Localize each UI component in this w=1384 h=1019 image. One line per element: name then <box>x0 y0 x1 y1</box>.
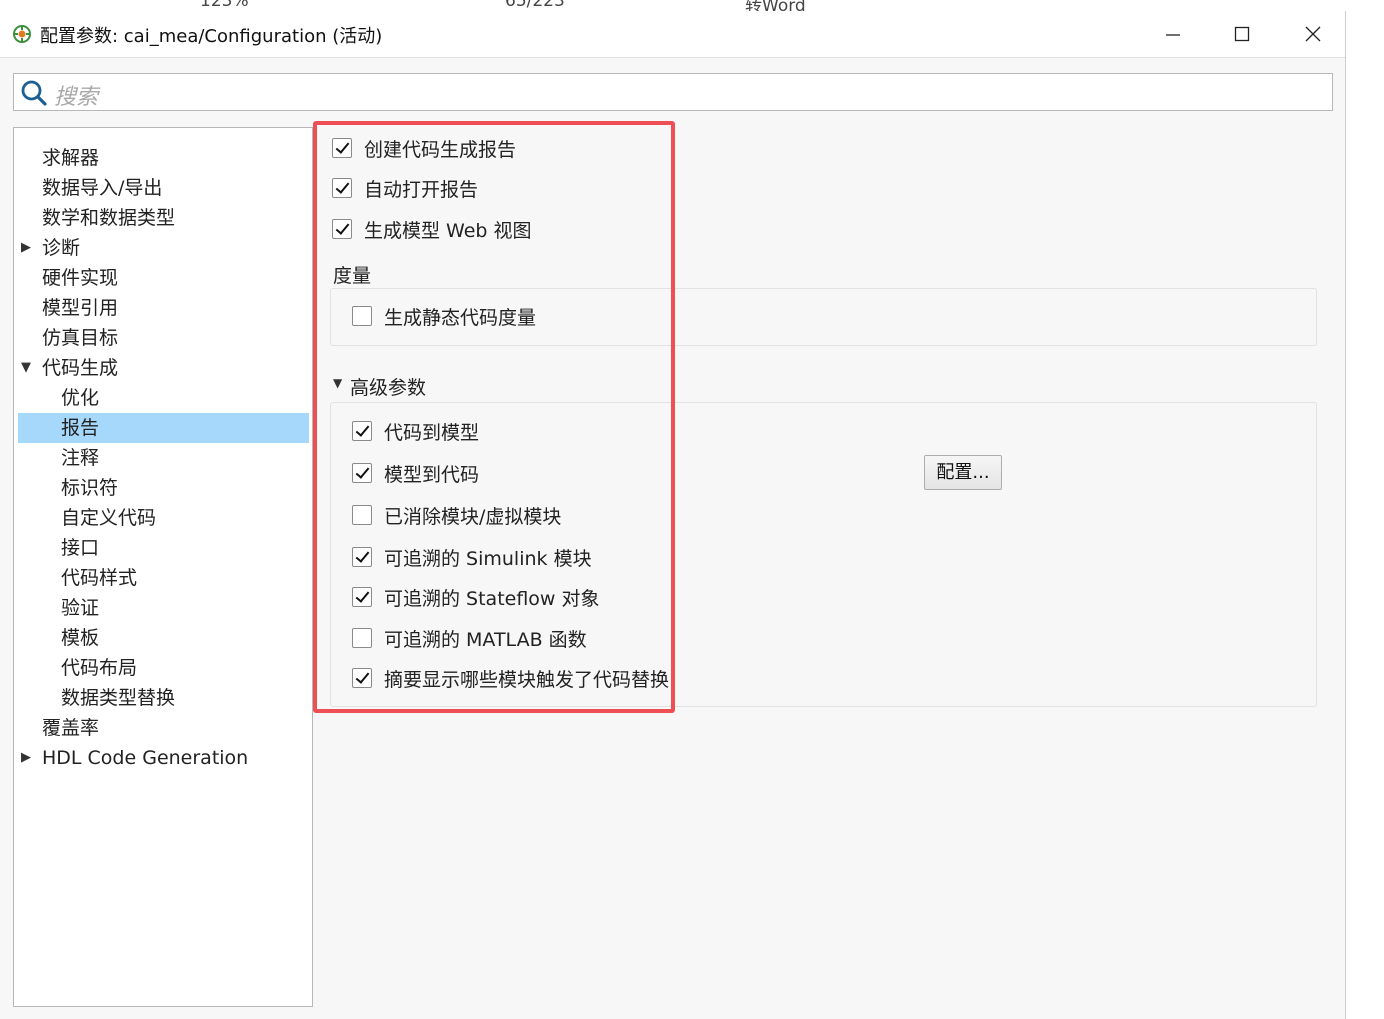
advanced-params-group: 代码到模型模型到代码已消除模块/虚拟模块可追溯的 Simulink 模块 可追溯的… <box>330 402 1317 707</box>
tree-item-label: 代码布局 <box>61 657 138 679</box>
background-toolbar-strip: 123% 65/223 转Word <box>0 0 1384 11</box>
tree-item-label: 代码生成 <box>42 357 119 379</box>
search-box[interactable]: 搜索 <box>13 73 1333 111</box>
collapse-arrow-icon[interactable]: ▶ <box>21 743 31 773</box>
tree-item[interactable]: 数学和数据类型 <box>18 203 309 233</box>
tree-item[interactable]: 自定义代码 <box>18 503 309 533</box>
advanced-option[interactable]: 模型到代码 <box>352 461 692 489</box>
tree-item-label: 仿真目标 <box>42 327 119 349</box>
tree-item-label: 硬件实现 <box>42 267 119 289</box>
tree-item[interactable]: 优化 <box>18 383 309 413</box>
minimize-button[interactable] <box>1153 19 1193 49</box>
tree-item-label: 模板 <box>61 627 100 649</box>
advanced-option-checkbox[interactable] <box>352 547 372 567</box>
metrics-section-label: 度量 <box>333 265 372 287</box>
close-icon <box>1305 26 1321 42</box>
tree-item-label: 接口 <box>61 537 100 559</box>
advanced-option[interactable]: 可追溯的 Simulink 模块 <box>352 545 692 573</box>
create-report-option[interactable]: 创建代码生成报告 <box>332 136 672 164</box>
expand-arrow-icon[interactable]: ▼ <box>21 353 31 383</box>
tree-item-label: 报告 <box>61 417 100 439</box>
create-report-checkbox[interactable] <box>332 138 352 158</box>
configure-button[interactable]: 配置... <box>924 455 1002 490</box>
advanced-option-label: 代码到模型 <box>384 422 480 444</box>
tree-item[interactable]: 仿真目标 <box>18 323 309 353</box>
static-metrics-checkbox[interactable] <box>352 306 372 326</box>
tree-item-label: 标识符 <box>61 477 119 499</box>
tree-item-label: 数据导入/导出 <box>42 177 163 199</box>
app-icon <box>13 25 31 43</box>
advanced-option-label: 模型到代码 <box>384 464 480 486</box>
tree-item[interactable]: 接口 <box>18 533 309 563</box>
tree-item-label: 数据类型替换 <box>61 687 176 709</box>
tree-item[interactable]: 求解器 <box>18 143 309 173</box>
advanced-params-label: 高级参数 <box>350 377 427 399</box>
category-tree: 求解器数据导入/导出 数学和数据类型 ▶ 诊断硬件实现模型引用仿真目标 ▼ 代码生成优化报… <box>13 127 313 1007</box>
collapse-arrow-icon: ▼ <box>333 376 343 390</box>
collapse-arrow-icon[interactable]: ▶ <box>21 233 31 263</box>
close-button[interactable] <box>1293 19 1333 49</box>
advanced-option-checkbox[interactable] <box>352 421 372 441</box>
tree-item[interactable]: 报告 <box>18 413 309 443</box>
tree-item[interactable]: ▼ 代码生成 <box>18 353 309 383</box>
maximize-button[interactable] <box>1222 19 1262 49</box>
advanced-option[interactable]: 可追溯的 Stateflow 对象 <box>352 585 692 613</box>
advanced-option[interactable]: 代码到模型 <box>352 419 692 447</box>
tree-item-label: 模型引用 <box>42 297 119 319</box>
advanced-option-checkbox[interactable] <box>352 505 372 525</box>
tree-item-label: 诊断 <box>42 237 81 259</box>
tree-item-label: 优化 <box>61 387 100 409</box>
title-bar: 配置参数: cai_mea/Configuration (活动) <box>0 11 1345 58</box>
window-title: 配置参数: cai_mea/Configuration (活动) <box>40 26 383 47</box>
open-report-checkbox[interactable] <box>332 178 352 198</box>
static-metrics-option[interactable]: 生成静态代码度量 <box>352 304 692 332</box>
tree-item-label: 注释 <box>61 447 100 469</box>
advanced-option-label: 可追溯的 MATLAB 函数 <box>384 629 587 651</box>
tree-item-label: 代码样式 <box>61 567 138 589</box>
advanced-option[interactable]: 可追溯的 MATLAB 函数 <box>352 626 692 654</box>
advanced-option-checkbox[interactable] <box>352 628 372 648</box>
advanced-option-label: 可追溯的 Simulink 模块 <box>384 548 592 570</box>
tree-item-label: HDL Code Generation <box>42 747 249 769</box>
config-params-window: 配置参数: cai_mea/Configuration (活动) 搜索 求解器数… <box>0 11 1346 1019</box>
tree-item-label: 自定义代码 <box>61 507 157 529</box>
tree-item[interactable]: 硬件实现 <box>18 263 309 293</box>
tree-item-label: 数学和数据类型 <box>42 207 176 229</box>
tree-item-label: 验证 <box>61 597 100 619</box>
advanced-option-label: 可追溯的 Stateflow 对象 <box>384 588 600 610</box>
advanced-option[interactable]: 摘要显示哪些模块触发了代码替换 <box>352 666 692 694</box>
minimize-icon <box>1166 34 1180 36</box>
web-view-option[interactable]: 生成模型 Web 视图 <box>332 217 672 245</box>
advanced-option-checkbox[interactable] <box>352 463 372 483</box>
metrics-group: 生成静态代码度量 <box>330 288 1317 346</box>
tree-item[interactable]: ▶ 诊断 <box>18 233 309 263</box>
maximize-icon <box>1234 26 1250 42</box>
tree-item[interactable]: 模型引用 <box>18 293 309 323</box>
tree-item[interactable]: 标识符 <box>18 473 309 503</box>
open-report-option[interactable]: 自动打开报告 <box>332 176 672 204</box>
tree-item[interactable]: 注释 <box>18 443 309 473</box>
tree-item[interactable]: 覆盖率 <box>18 713 309 743</box>
tree-item[interactable]: 验证 <box>18 593 309 623</box>
advanced-option-checkbox[interactable] <box>352 587 372 607</box>
advanced-option[interactable]: 已消除模块/虚拟模块 <box>352 503 692 531</box>
tree-item[interactable]: 代码布局 <box>18 653 309 683</box>
advanced-option-label: 已消除模块/虚拟模块 <box>384 506 562 528</box>
tree-item-label: 覆盖率 <box>42 717 100 739</box>
advanced-option-checkbox[interactable] <box>352 668 372 688</box>
report-settings-panel: 创建代码生成报告 自动打开报告 生成模型 Web 视图 度量 生成静态代码度量 … <box>315 121 1345 1019</box>
tree-item[interactable]: 代码样式 <box>18 563 309 593</box>
tree-item-label: 求解器 <box>42 147 100 169</box>
tree-item[interactable]: 数据类型替换 <box>18 683 309 713</box>
tree-item[interactable]: 模板 <box>18 623 309 653</box>
tree-item[interactable]: 数据导入/导出 <box>18 173 309 203</box>
tree-item[interactable]: ▶ HDL Code Generation <box>18 743 309 773</box>
web-view-checkbox[interactable] <box>332 219 352 239</box>
advanced-option-label: 摘要显示哪些模块触发了代码替换 <box>384 669 670 691</box>
search-placeholder: 搜索 <box>54 85 99 110</box>
search-icon <box>21 80 47 106</box>
